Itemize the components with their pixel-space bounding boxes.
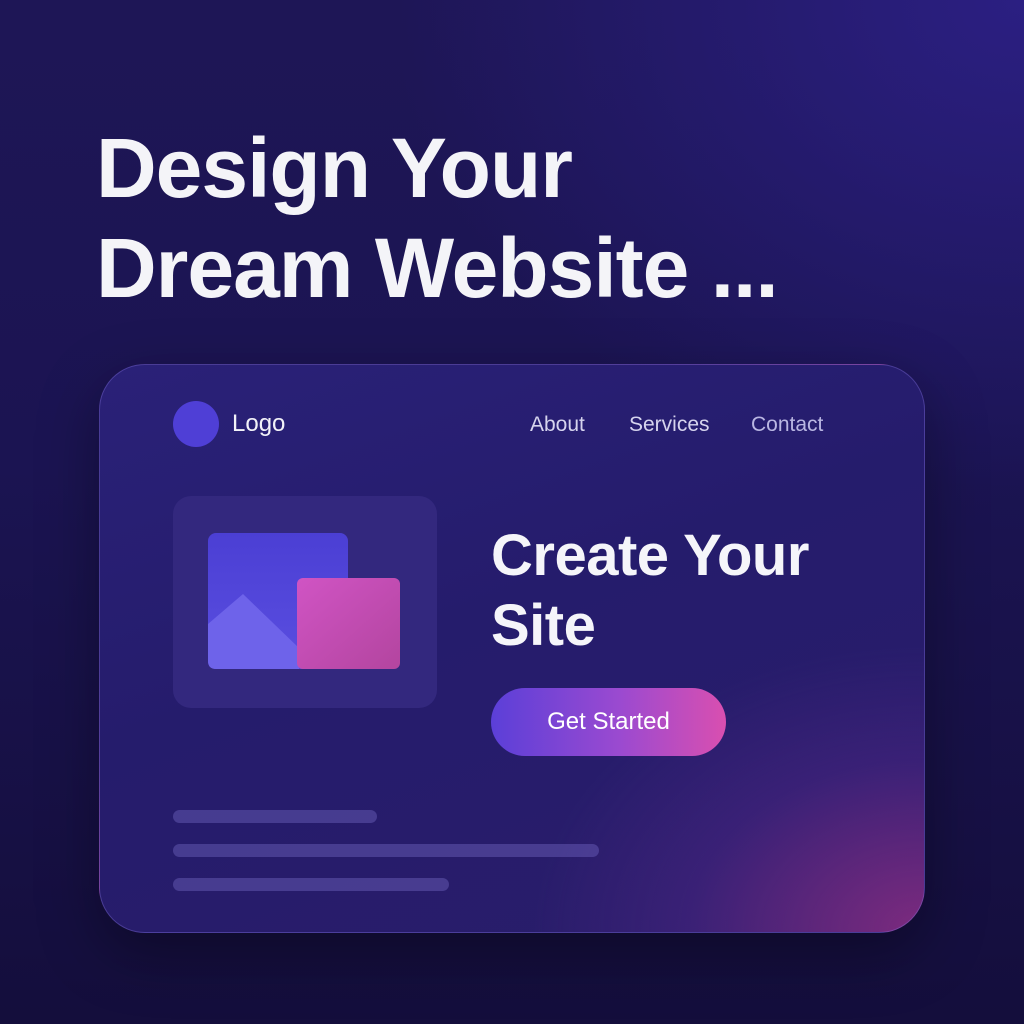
image-placeholder-tile — [173, 496, 437, 708]
website-mockup-card: Logo About Services Contact Create Your … — [99, 364, 925, 933]
headline-line-1: Design Your — [96, 121, 573, 215]
text-placeholder-line — [173, 810, 377, 823]
hero-title-line-2: Site — [491, 593, 596, 658]
nav-link-services[interactable]: Services — [629, 412, 710, 438]
headline: Design Your Dream Website ... — [96, 118, 956, 318]
headline-line-2: Dream Website ... — [96, 221, 779, 315]
image-front-frame — [297, 578, 400, 669]
get-started-button[interactable]: Get Started — [491, 688, 726, 756]
image-placeholder-icon — [208, 533, 400, 669]
nav-link-contact[interactable]: Contact — [751, 412, 823, 438]
logo-label[interactable]: Logo — [232, 409, 285, 439]
hero-title: Create Your Site — [491, 521, 809, 661]
text-placeholder-line — [173, 878, 449, 891]
nav-link-about[interactable]: About — [530, 412, 585, 438]
circle-logo-icon[interactable] — [173, 401, 219, 447]
hero-title-line-1: Create Your — [491, 523, 809, 588]
text-placeholder-line — [173, 844, 599, 857]
